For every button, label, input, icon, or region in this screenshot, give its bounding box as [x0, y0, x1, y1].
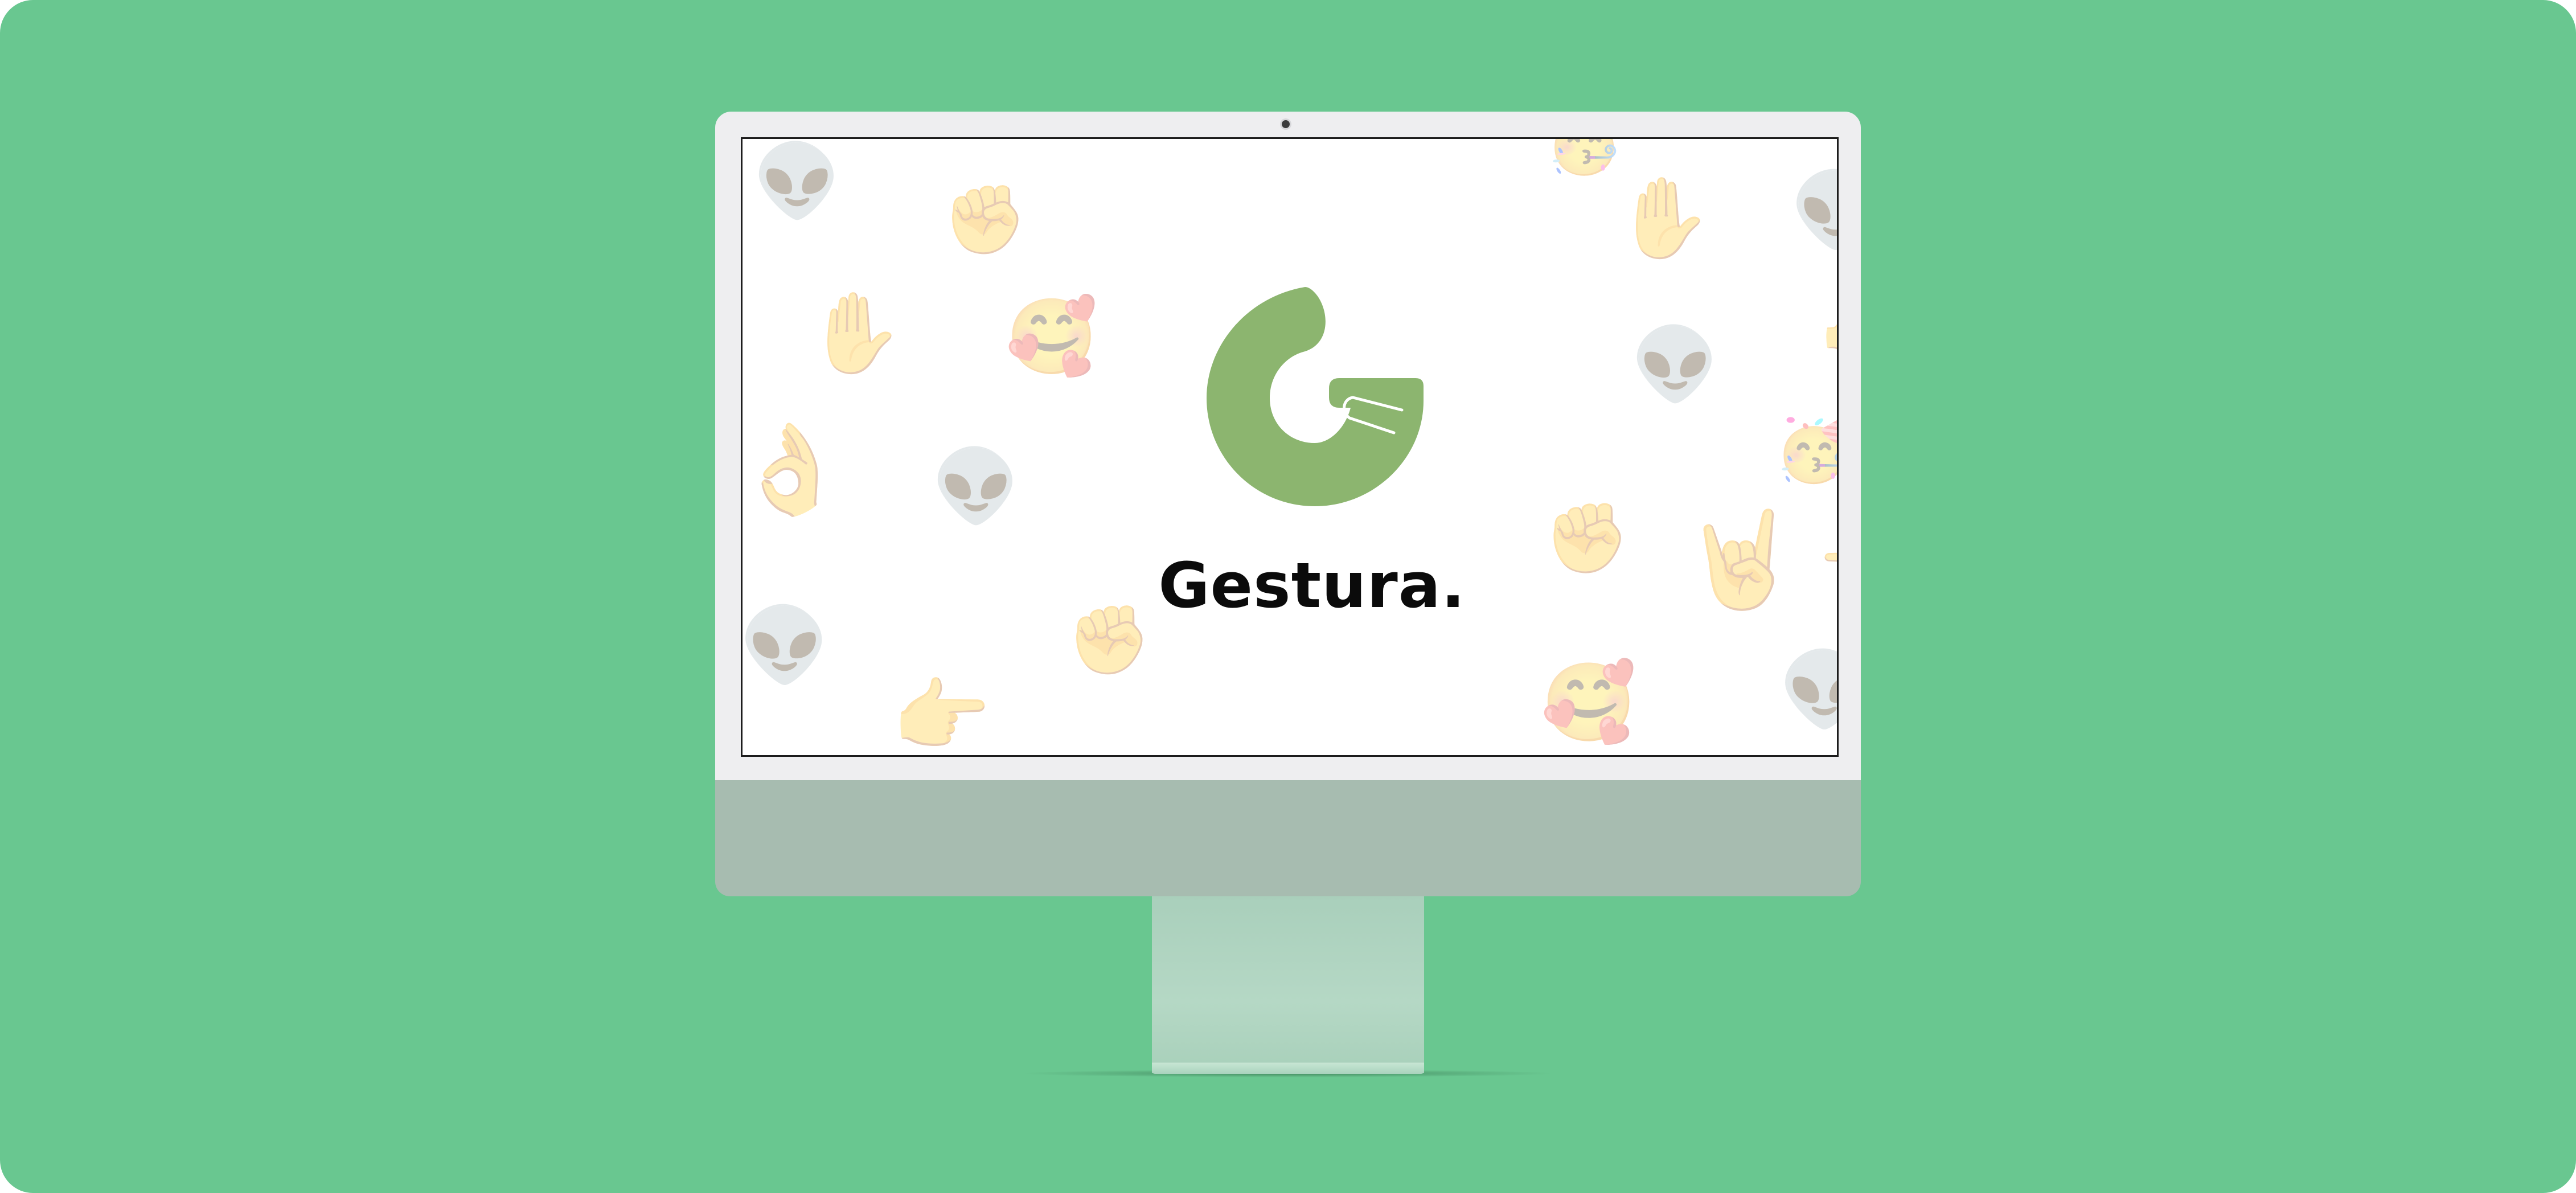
- alien-emoji: 👽: [1790, 174, 1837, 247]
- monitor-stand-base: [1152, 1063, 1424, 1074]
- raised-fist-emoji: ✊: [1544, 499, 1630, 578]
- smiling-face-with-hearts-emoji: 🥰: [1006, 293, 1098, 380]
- imac-monitor: 👽 ✊ ✋ 🥰 👌 👽 👽 ✊ 👉 ✋ 👽 👽 🥳 ✊ 🤘 🥰 👽 🥳 🤙: [715, 112, 1861, 896]
- alien-emoji: 👽: [753, 140, 842, 223]
- logo-g-shape: [1207, 287, 1424, 506]
- monitor-stand: [1152, 895, 1424, 1073]
- brand-name: Gestura.: [1158, 549, 1466, 622]
- alien-emoji: 👽: [741, 603, 830, 688]
- raised-hand-emoji: ✋: [1615, 172, 1713, 264]
- hand-edge-emoji: 👈: [1819, 538, 1837, 592]
- alien-emoji: 👽: [1631, 323, 1720, 406]
- partying-face-emoji: 🥳: [1774, 417, 1837, 481]
- monitor-chin: [715, 780, 1861, 896]
- monitor-bezel: 👽 ✊ ✋ 🥰 👌 👽 👽 ✊ 👉 ✋ 👽 👽 🥳 ✊ 🤘 🥰 👽 🥳 🤙: [715, 112, 1861, 780]
- raised-fist-emoji: ✊: [943, 180, 1027, 259]
- ok-hand-emoji: 👌: [741, 417, 846, 520]
- camera-icon: [1282, 120, 1290, 128]
- gestura-g-hand-logo-icon: [1207, 287, 1424, 506]
- background: 👽 ✊ ✋ 🥰 👌 👽 👽 ✊ 👉 ✋ 👽 👽 🥳 ✊ 🤘 🥰 👽 🥳 🤙: [0, 0, 2576, 1193]
- partying-face-emoji: 🥳: [1545, 137, 1623, 177]
- raised-hand-emoji: ✋: [806, 287, 904, 379]
- sign-of-the-horns-emoji: 🤘: [1682, 505, 1799, 614]
- hand-edge-emoji: 🤙: [1820, 305, 1837, 359]
- raised-fist-emoji: ✊: [1067, 600, 1151, 679]
- smiling-face-with-hearts-emoji: 🥰: [1541, 658, 1637, 747]
- alien-emoji: 👽: [1779, 654, 1837, 727]
- pointing-hand-emoji: 👉: [892, 670, 991, 757]
- alien-emoji: 👽: [932, 445, 1020, 528]
- monitor-screen: 👽 ✊ ✋ 🥰 👌 👽 👽 ✊ 👉 ✋ 👽 👽 🥳 ✊ 🤘 🥰 👽 🥳 🤙: [741, 137, 1839, 757]
